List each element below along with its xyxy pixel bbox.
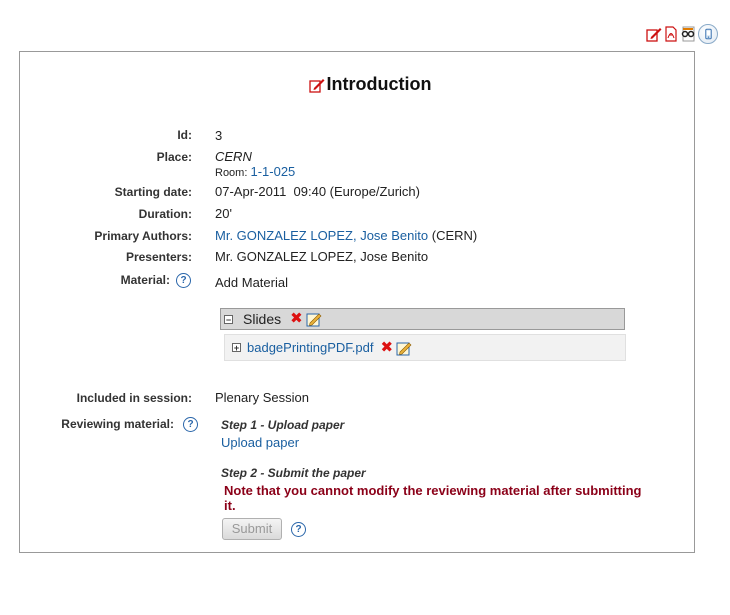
add-material-link[interactable]: Add Material [215, 275, 288, 290]
start-value: 07-Apr-2011 09:40 (Europe/Zurich) [215, 184, 420, 199]
submit-help-icon[interactable]: ? [291, 522, 306, 537]
room-link[interactable]: 1-1-025 [250, 164, 295, 179]
delete-icon[interactable]: ✖ [290, 311, 303, 326]
collapse-icon[interactable]: − [224, 314, 233, 324]
submit-button[interactable]: Submit [222, 518, 282, 540]
reviewing-label: Reviewing material: [61, 417, 174, 431]
duration-label: Duration: [138, 207, 192, 221]
authors-value: Mr. GONZALEZ LOPEZ, Jose Benito (CERN) [215, 228, 477, 243]
title-row: Introduction [0, 74, 730, 95]
id-label: Id: [177, 128, 192, 142]
glasses-icon[interactable] [680, 26, 696, 42]
top-toolbar [646, 24, 718, 44]
material-label: Material: [120, 273, 170, 287]
session-link[interactable]: Plenary Session [215, 390, 309, 405]
id-value: 3 [215, 128, 223, 143]
author-link[interactable]: Mr. GONZALEZ LOPEZ, Jose Benito [215, 228, 428, 243]
step1-heading: Step 1 - Upload paper [221, 418, 345, 432]
upload-paper-link[interactable]: Upload paper [221, 435, 299, 450]
edit-icon[interactable] [646, 26, 662, 42]
material-help-icon[interactable]: ? [176, 273, 191, 288]
warning-text: Note that you cannot modify the reviewin… [224, 483, 642, 513]
room-line: Room: 1-1-025 [215, 164, 295, 179]
material-folder-row: − Slides ✖ [220, 308, 625, 330]
material-file-row: + badgePrintingPDF.pdf ✖ [224, 334, 626, 361]
author-affiliation: (CERN) [431, 228, 478, 243]
step2-heading: Step 2 - Submit the paper [221, 466, 366, 480]
mobile-device-icon[interactable] [698, 24, 718, 44]
session-label: Included in session: [76, 391, 192, 405]
authors-label: Primary Authors: [94, 229, 192, 243]
place-value: CERN [215, 149, 252, 164]
place-label: Place: [156, 150, 192, 164]
edit-title-icon[interactable] [308, 77, 325, 93]
file-link[interactable]: badgePrintingPDF.pdf [247, 340, 373, 355]
pdf-icon[interactable] [663, 26, 679, 42]
edit-note-icon[interactable] [396, 340, 412, 356]
duration-value: 20' [215, 206, 232, 221]
presenters-label: Presenters: [125, 250, 192, 264]
delete-icon[interactable]: ✖ [380, 340, 393, 355]
presenters-value: Mr. GONZALEZ LOPEZ, Jose Benito [215, 249, 429, 264]
edit-note-icon[interactable] [306, 311, 322, 327]
expand-icon[interactable]: + [232, 343, 241, 353]
start-label: Starting date: [114, 185, 192, 199]
page-title: Introduction [326, 74, 432, 94]
room-prefix: Room: [215, 167, 248, 179]
reviewing-help-icon[interactable]: ? [183, 417, 198, 432]
folder-name[interactable]: Slides [243, 311, 281, 327]
